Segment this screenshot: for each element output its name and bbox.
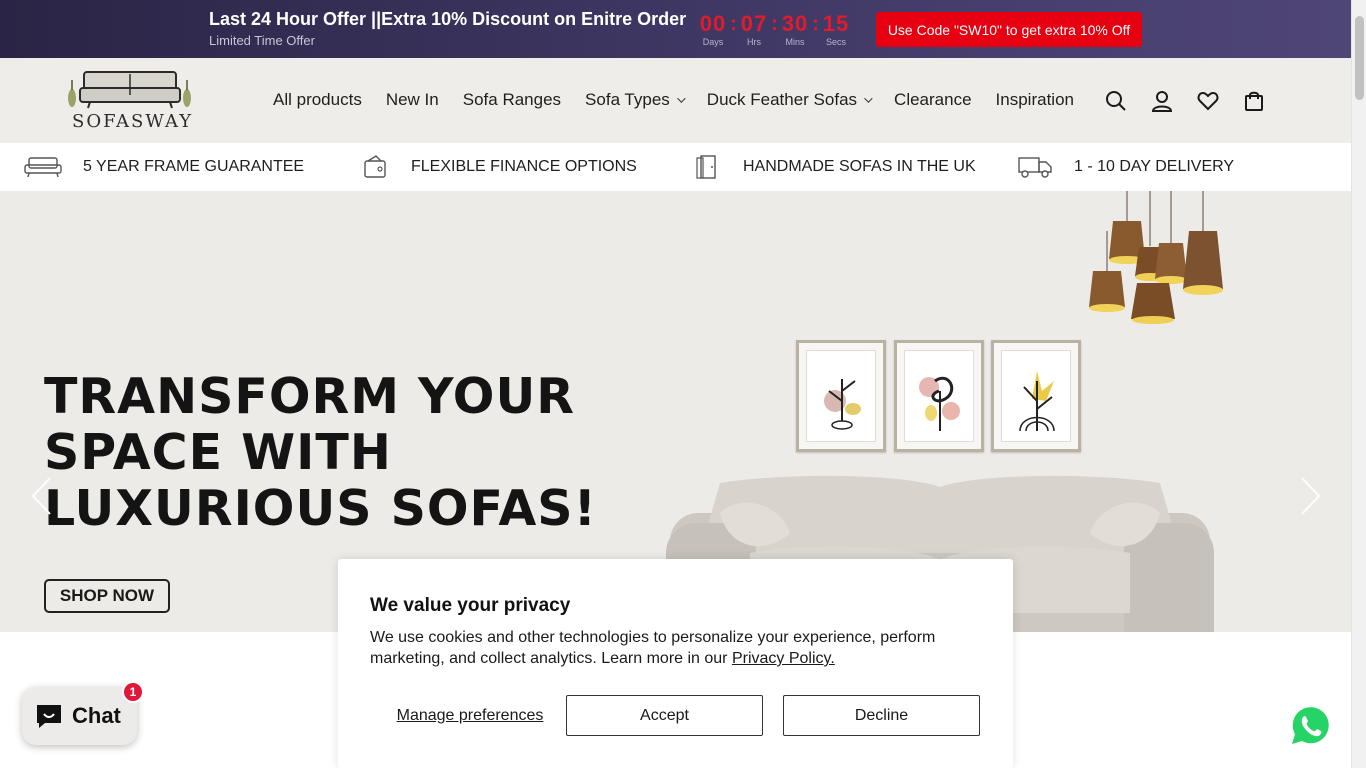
whatsapp-icon[interactable] [1282, 698, 1338, 754]
usp-item: 5 YEAR FRAME GUARANTEE [24, 143, 304, 191]
accept-button[interactable]: Accept [566, 695, 763, 736]
wishlist-heart-icon[interactable] [1196, 89, 1220, 113]
header-actions [1104, 89, 1288, 113]
countdown-separator: : [730, 13, 737, 35]
privacy-policy-link[interactable]: Privacy Policy. [732, 650, 835, 667]
chevron-down-icon [676, 94, 686, 103]
hero-title: TRANSFORM YOUR SPACE WITH LUXURIOUS SOFA… [44, 368, 597, 537]
chevron-down-icon [864, 94, 873, 103]
door-icon [696, 155, 716, 179]
chat-label: Chat [72, 703, 121, 728]
logo[interactable]: SOFASWAY [66, 68, 196, 136]
nav-duck-feather-sofas[interactable]: Duck Feather Sofas [707, 90, 873, 110]
shop-now-button[interactable]: SHOP NOW [44, 579, 170, 613]
chat-unread-badge: 1 [122, 681, 144, 703]
manage-preferences-link[interactable]: Manage preferences [370, 695, 570, 736]
account-icon[interactable] [1150, 89, 1174, 113]
countdown-minutes: 30 Mins [781, 11, 809, 47]
chat-bubble-icon [37, 705, 61, 728]
privacy-consent-dialog: We value your privacy We use cookies and… [338, 559, 1013, 768]
page-scrollbar[interactable] [1351, 0, 1366, 768]
usp-item: FLEXIBLE FINANCE OPTIONS [362, 143, 637, 191]
offer-title: Last 24 Hour Offer ||Extra 10% Discount … [209, 9, 687, 29]
scrollbar-thumb[interactable] [1355, 16, 1364, 100]
pendant-lamps-image [1089, 191, 1223, 324]
nav-all-products[interactable]: All products [273, 90, 362, 110]
usp-item: HANDMADE SOFAS IN THE UK [694, 143, 976, 191]
countdown-hours: 07 Hrs [740, 11, 768, 47]
nav-inspiration[interactable]: Inspiration [996, 90, 1074, 110]
offer-subtitle: Limited Time Offer [209, 33, 315, 48]
countdown-timer: 00 Days : 07 Hrs : 30 Mins : 15 Secs [697, 11, 852, 47]
wallet-icon [364, 155, 386, 178]
delivery-truck-icon [1018, 157, 1052, 178]
chevron-left-icon[interactable] [30, 476, 52, 516]
site-header: SOFASWAY All products New In Sofa Ranges… [0, 58, 1351, 143]
cart-bag-icon[interactable] [1242, 89, 1266, 113]
countdown-separator: : [771, 13, 778, 35]
nav-new-in[interactable]: New In [386, 90, 439, 110]
usp-strip: 5 YEAR FRAME GUARANTEE FLEXIBLE FINANCE … [0, 143, 1351, 191]
art-frame [991, 340, 1081, 452]
countdown-days: 00 Days [699, 11, 727, 47]
chevron-right-icon[interactable] [1300, 476, 1322, 516]
art-frame [894, 340, 984, 452]
art-frame [796, 340, 886, 452]
nav-clearance[interactable]: Clearance [894, 90, 972, 110]
privacy-text: We use cookies and other technologies to… [370, 629, 936, 667]
announcement-bar: Last 24 Hour Offer ||Extra 10% Discount … [0, 0, 1351, 58]
countdown-separator: : [812, 13, 819, 35]
main-nav: All products New In Sofa Ranges Sofa Typ… [273, 90, 1098, 110]
nav-sofa-types[interactable]: Sofa Types [585, 90, 686, 110]
sofa-icon [24, 157, 62, 178]
search-icon[interactable] [1104, 89, 1128, 113]
decline-button[interactable]: Decline [783, 695, 980, 736]
sofa-logo-icon [68, 71, 191, 109]
usp-item: 1 - 10 DAY DELIVERY [1017, 143, 1234, 191]
countdown-seconds: 15 Secs [822, 11, 850, 47]
discount-code-button[interactable]: Use Code "SW10" to get extra 10% Off [876, 12, 1142, 47]
chat-button[interactable]: Chat [22, 687, 137, 745]
nav-sofa-ranges[interactable]: Sofa Ranges [463, 90, 561, 110]
privacy-title: We value your privacy [370, 595, 571, 616]
logo-text: SOFASWAY [72, 111, 194, 132]
